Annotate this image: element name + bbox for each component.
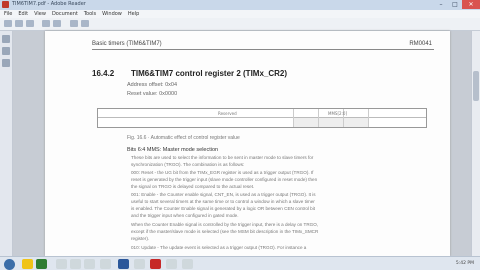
paragraph-line: 000: Reset - the UG bit from the TIMx_EG… (131, 170, 314, 175)
reset-value: Reset value: 0x0000 (127, 91, 178, 97)
system-clock[interactable]: 5:42 PM (456, 261, 474, 266)
register-bit-table: Reserved MMS[2:0] (97, 108, 427, 128)
menu-view[interactable]: View (34, 10, 46, 18)
taskbar: 5:42 PM (0, 256, 480, 270)
close-button[interactable]: ✕ (462, 0, 480, 9)
toolbar (0, 18, 480, 31)
vertical-scrollbar[interactable] (471, 31, 480, 256)
pdf-page: Basic timers (TIM6&TIM7) RM0041 16.4.2 T… (45, 31, 450, 256)
paragraph-line: reset is generated by the trigger input … (131, 177, 318, 182)
media-player-icon[interactable] (36, 259, 47, 269)
print-icon[interactable] (15, 20, 23, 27)
menu-edit[interactable]: Edit (18, 10, 28, 18)
section-title: TIM6&TIM7 control register 2 (TIMx_CR2) (131, 69, 288, 78)
navigation-pane (0, 31, 13, 256)
maximize-button[interactable]: □ (448, 0, 462, 9)
adobe-reader-taskbar-icon[interactable] (150, 259, 161, 269)
paragraph-line: 010: Update - The update event is select… (131, 245, 307, 250)
pages-panel-icon[interactable] (2, 35, 10, 43)
zoom-in-icon[interactable] (81, 20, 89, 27)
app-icon[interactable] (84, 259, 95, 269)
paragraph-line: and the trigger input when configured in… (131, 213, 239, 218)
page-header-left: Basic timers (TIM6&TIM7) (92, 41, 162, 47)
figure-caption: Fig. 16.6 · Automatic effect of control … (127, 135, 240, 141)
menu-help[interactable]: Help (128, 10, 139, 18)
attachments-panel-icon[interactable] (2, 59, 10, 67)
title-bar: TIM6TIM7.pdf - Adobe Reader – □ ✕ (0, 0, 480, 10)
scrollbar-thumb[interactable] (473, 71, 479, 101)
next-page-icon[interactable] (53, 20, 61, 27)
window-title: TIM6TIM7.pdf - Adobe Reader (12, 1, 86, 7)
email-icon[interactable] (26, 20, 34, 27)
page-header-right: RM0041 (409, 41, 432, 47)
app-icon[interactable] (70, 259, 81, 269)
bookmarks-panel-icon[interactable] (2, 47, 10, 55)
app-icon[interactable] (182, 259, 193, 269)
file-explorer-icon[interactable] (22, 259, 33, 269)
menu-file[interactable]: File (4, 10, 12, 18)
header-rule (92, 49, 434, 50)
menu-window[interactable]: Window (102, 10, 122, 18)
word-icon[interactable] (118, 259, 129, 269)
register-reserved-label: Reserved (218, 111, 237, 116)
app-icon[interactable] (100, 259, 111, 269)
open-icon[interactable] (4, 20, 12, 27)
menu-tools[interactable]: Tools (84, 10, 96, 18)
app-icon[interactable] (166, 259, 177, 269)
register-mms-label: MMS[2:0] (328, 111, 347, 116)
app-icon[interactable] (134, 259, 145, 269)
minimize-button[interactable]: – (434, 0, 448, 9)
paragraph-line: synchronization (TRGO). The combination … (131, 162, 245, 167)
paragraph-line: These bits are used to select the inform… (131, 155, 314, 160)
paragraph-line: 001: Enable - the Counter enable signal,… (131, 192, 316, 197)
adobe-reader-icon (2, 1, 9, 8)
zoom-out-icon[interactable] (70, 20, 78, 27)
paragraph-line: the signal on TRGO is delayed compared t… (131, 184, 255, 189)
menu-document[interactable]: Document (52, 10, 78, 18)
adobe-reader-window: TIM6TIM7.pdf - Adobe Reader – □ ✕ File E… (0, 0, 480, 270)
app-icon[interactable] (56, 259, 67, 269)
start-button-icon[interactable] (4, 259, 15, 270)
paragraph-line: When the Counter Enable signal is contro… (131, 222, 319, 227)
paragraph-line: except if the master/slave mode is selec… (131, 229, 319, 234)
paragraph-line: useful to start several timers at the sa… (131, 199, 315, 204)
paragraph-line: is enabled. The Counter Enable signal is… (131, 206, 316, 211)
bits-heading: Bits 6:4 MMS: Master mode selection (127, 147, 219, 153)
paragraph-line: register). (131, 236, 150, 241)
menu-bar: File Edit View Document Tools Window Hel… (0, 10, 480, 18)
section-number: 16.4.2 (92, 69, 115, 78)
address-offset: Address offset: 0x04 (127, 82, 178, 88)
previous-page-icon[interactable] (42, 20, 50, 27)
